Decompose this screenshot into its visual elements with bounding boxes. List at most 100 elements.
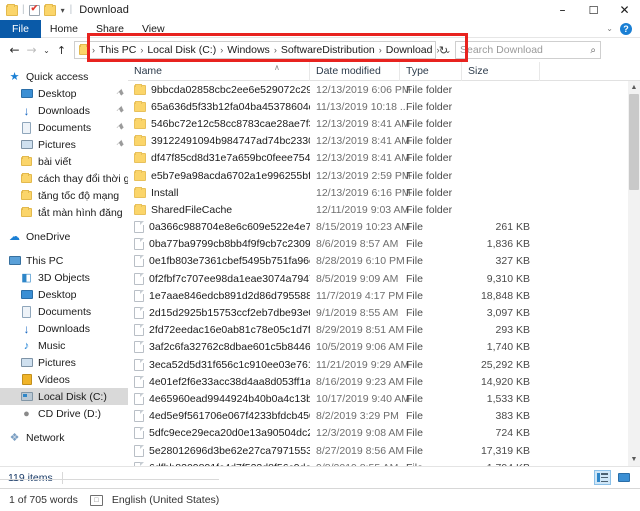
file-name-cell[interactable]: 4ed5e9f561706e067f4233bfdcb4503677d0... — [128, 410, 310, 423]
file-name-cell[interactable]: 0ba77ba9799cb8bb4f9f9cb7c23096b47fd... — [128, 238, 310, 251]
sidebar-item-3d-objects[interactable]: ◧ 3D Objects — [0, 269, 128, 286]
recent-locations-button[interactable]: ⌄ — [40, 38, 53, 62]
scrollbar-track[interactable] — [628, 94, 640, 453]
file-name-cell[interactable]: 546bc72e12c58cc8783cae28ae7f3dc0 — [128, 117, 310, 130]
back-button[interactable]: ← — [6, 38, 23, 62]
table-row[interactable]: 2fd72eedac16e0ab81c78e05c1d7f0d5842a... 8… — [128, 322, 628, 339]
table-row[interactable]: 4e01ef2f6e33acc38d4aa8d053ff1a0cd9a66...… — [128, 373, 628, 390]
sidebar-item-documents[interactable]: Documents ⚑ — [0, 119, 128, 136]
file-name-cell[interactable]: 0f2fbf7c707ee98da1eae3074a794777034d... — [128, 272, 310, 285]
tab-share[interactable]: Share — [87, 20, 133, 38]
pin-icon[interactable]: ⚑ — [113, 138, 127, 151]
sidebar-item-t-ng-t-c-m-ng[interactable]: tăng tốc độ mạng — [0, 187, 128, 204]
sidebar-item-pictures[interactable]: Pictures ⚑ — [0, 136, 128, 153]
maximize-button[interactable]: ☐ — [578, 0, 609, 20]
table-row[interactable]: df47f85cd8d31e7a659bc0feee754b1c 12/13/20… — [128, 150, 628, 167]
up-button[interactable]: ↑ — [53, 38, 70, 62]
sidebar-item-this-pc[interactable]: This PC — [0, 252, 128, 269]
sidebar-item-desktop[interactable]: Desktop ⚑ — [0, 85, 128, 102]
sidebar-item-local-disk-c[interactable]: Local Disk (C:) — [0, 388, 128, 405]
file-name-cell[interactable]: df47f85cd8d31e7a659bc0feee754b1c — [128, 152, 310, 164]
table-row[interactable]: 5dfc9ece29eca20d0e13a90504dc2f820c82... 1… — [128, 425, 628, 442]
file-name-cell[interactable]: 5dfc9ece29eca20d0e13a90504dc2f820c82... — [128, 427, 310, 440]
details-view-button[interactable] — [594, 470, 611, 485]
sidebar-item-music[interactable]: ♪ Music — [0, 337, 128, 354]
sidebar-item-network[interactable]: ❖ Network — [0, 429, 128, 446]
quick-access-folder-icon[interactable] — [6, 3, 18, 16]
column-header-size[interactable]: Size — [462, 62, 540, 81]
breadcrumb-windows[interactable]: Windows — [224, 44, 273, 56]
table-row[interactable]: SharedFileCache 12/11/2019 9:03 AM File fo… — [128, 201, 628, 218]
scroll-up-arrow-icon[interactable]: ▲ — [631, 81, 638, 94]
sidebar-item-b-i-vi-t[interactable]: bài viết — [0, 153, 128, 170]
sidebar-item-videos[interactable]: Videos — [0, 371, 128, 388]
file-name-cell[interactable]: 4e65960ead9944924b40b0a4c13ba2d814d... — [128, 392, 310, 405]
navigation-pane[interactable]: ★ Quick access Desktop ⚑ ↓ Downloads ⚑ Document… — [0, 62, 128, 466]
search-input[interactable]: Search Download — [460, 44, 543, 56]
minimize-button[interactable]: – — [547, 0, 578, 20]
table-row[interactable]: 0e1fb803e7361cbef5495b751fa96c0c8bfa... 8… — [128, 253, 628, 270]
sidebar-item-t-t-m-n-h-nh-ng[interactable]: tắt màn hình đăng — [0, 204, 128, 221]
breadcrumb-download[interactable]: Download — [383, 44, 436, 56]
table-row[interactable]: 5e28012696d3be62e27ca79715533d1aef85... 8… — [128, 442, 628, 459]
column-header-date-modified[interactable]: Date modified — [310, 62, 400, 81]
table-row[interactable]: 39122491094b984747ad74bc23301774 12/13/20… — [128, 133, 628, 150]
vertical-scrollbar[interactable]: ▲ ▼ — [628, 81, 640, 466]
table-row[interactable]: 0ba77ba9799cb8bb4f9f9cb7c23096b47fd... 8/… — [128, 236, 628, 253]
table-row[interactable]: Install 12/13/2019 6:16 PM File folder — [128, 184, 628, 201]
file-name-cell[interactable]: 2fd72eedac16e0ab81c78e05c1d7f0d5842a... — [128, 324, 310, 337]
help-icon[interactable]: ? — [620, 22, 632, 35]
address-bar[interactable]: › This PC › Local Disk (C:) › Windows › … — [74, 41, 451, 59]
file-name-cell[interactable]: 3eca52d5d31f656c1c910ee03e7613cb9c96... — [128, 358, 310, 371]
column-header-type[interactable]: Type — [400, 62, 462, 81]
sidebar-item-downloads[interactable]: ↓ Downloads ⚑ — [0, 102, 128, 119]
word-count-label[interactable]: 1 of 705 words — [0, 494, 78, 506]
scrollbar-thumb[interactable] — [629, 94, 639, 190]
file-name-cell[interactable]: 0e1fb803e7361cbef5495b751fa96c0c8bfa... — [128, 255, 310, 268]
sidebar-item-onedrive[interactable]: ☁ OneDrive — [0, 228, 128, 245]
column-header-name[interactable]: Name — [128, 62, 310, 81]
pin-icon[interactable]: ⚑ — [113, 104, 127, 117]
file-name-cell[interactable]: 65a636d5f33b12fa04ba45378604d229 — [128, 100, 310, 113]
table-row[interactable]: 2d15d2925b15753ccf2eb7dbe93e0a3c261... 9/… — [128, 304, 628, 321]
file-name-cell[interactable]: 0a366c988704e8e6c609e522e4e7721b788... — [128, 221, 310, 234]
table-row[interactable]: 4e65960ead9944924b40b0a4c13ba2d814d... 10… — [128, 390, 628, 407]
file-name-cell[interactable]: 3af2c6fa32762c8dbae601c5b84467c07790... — [128, 341, 310, 354]
large-icons-view-button[interactable] — [615, 470, 632, 485]
properties-icon[interactable] — [28, 3, 40, 16]
language-label[interactable]: English (United States) — [103, 494, 219, 506]
sidebar-item-cd-drive-d[interactable]: ● CD Drive (D:) — [0, 405, 128, 422]
breadcrumb-softwaredistribution[interactable]: SoftwareDistribution — [278, 44, 378, 56]
file-name-cell[interactable]: 39122491094b984747ad74bc23301774 — [128, 135, 310, 147]
table-row[interactable]: 546bc72e12c58cc8783cae28ae7f3dc0 12/13/20… — [128, 115, 628, 132]
sidebar-item-quick-access[interactable]: ★ Quick access — [0, 68, 128, 85]
pin-icon[interactable]: ⚑ — [113, 87, 127, 100]
qat-chevron-down-icon[interactable]: ▾ — [60, 6, 66, 15]
file-name-cell[interactable]: 5e28012696d3be62e27ca79715533d1aef85... — [128, 444, 310, 457]
file-name-cell[interactable]: 1e7aae846edcb891d2d86d7955889dac000... — [128, 289, 310, 302]
sidebar-item-pictures[interactable]: Pictures — [0, 354, 128, 371]
file-name-cell[interactable]: e5b7e9a98acda6702a1e996255bf05bc — [128, 169, 310, 182]
table-row[interactable]: e5b7e9a98acda6702a1e996255bf05bc 12/13/20… — [128, 167, 628, 184]
tab-home[interactable]: Home — [41, 20, 87, 38]
table-row[interactable]: 1e7aae846edcb891d2d86d7955889dac000... 11… — [128, 287, 628, 304]
new-folder-icon[interactable] — [43, 3, 56, 16]
tab-view[interactable]: View — [133, 20, 174, 38]
proofing-errors-icon[interactable]: □ — [89, 494, 103, 506]
file-name-cell[interactable]: Install — [128, 186, 310, 199]
sidebar-item-c-ch-thay-i-th-i-g[interactable]: cách thay đổi thời g — [0, 170, 128, 187]
breadcrumb-local-disk[interactable]: Local Disk (C:) — [144, 44, 219, 56]
file-name-cell[interactable]: 4e01ef2f6e33acc38d4aa8d053ff1a0cd9a66... — [128, 375, 310, 388]
tab-file[interactable]: File — [0, 20, 41, 38]
table-row[interactable]: 9bbcda02858cbc2ee6e529072c297d1e 12/13/20… — [128, 81, 628, 98]
file-name-cell[interactable]: SharedFileCache — [128, 203, 310, 216]
sidebar-item-downloads[interactable]: ↓ Downloads — [0, 320, 128, 337]
sidebar-item-documents[interactable]: Documents — [0, 303, 128, 320]
address-dropdown-icon[interactable]: ⌄ — [440, 46, 455, 55]
table-row[interactable]: 65a636d5f33b12fa04ba45378604d229 11/13/20… — [128, 98, 628, 115]
file-name-cell[interactable]: 9bbcda02858cbc2ee6e529072c297d1e — [128, 83, 310, 96]
table-row[interactable]: 6dfbb8209891fc4d7f523d8f56c9dc10ac13...9… — [128, 459, 628, 466]
sidebar-item-desktop[interactable]: Desktop — [0, 286, 128, 303]
collapse-ribbon-icon[interactable]: ⌄ — [606, 24, 613, 33]
file-name-cell[interactable]: 2d15d2925b15753ccf2eb7dbe93e0a3c261... — [128, 307, 310, 320]
